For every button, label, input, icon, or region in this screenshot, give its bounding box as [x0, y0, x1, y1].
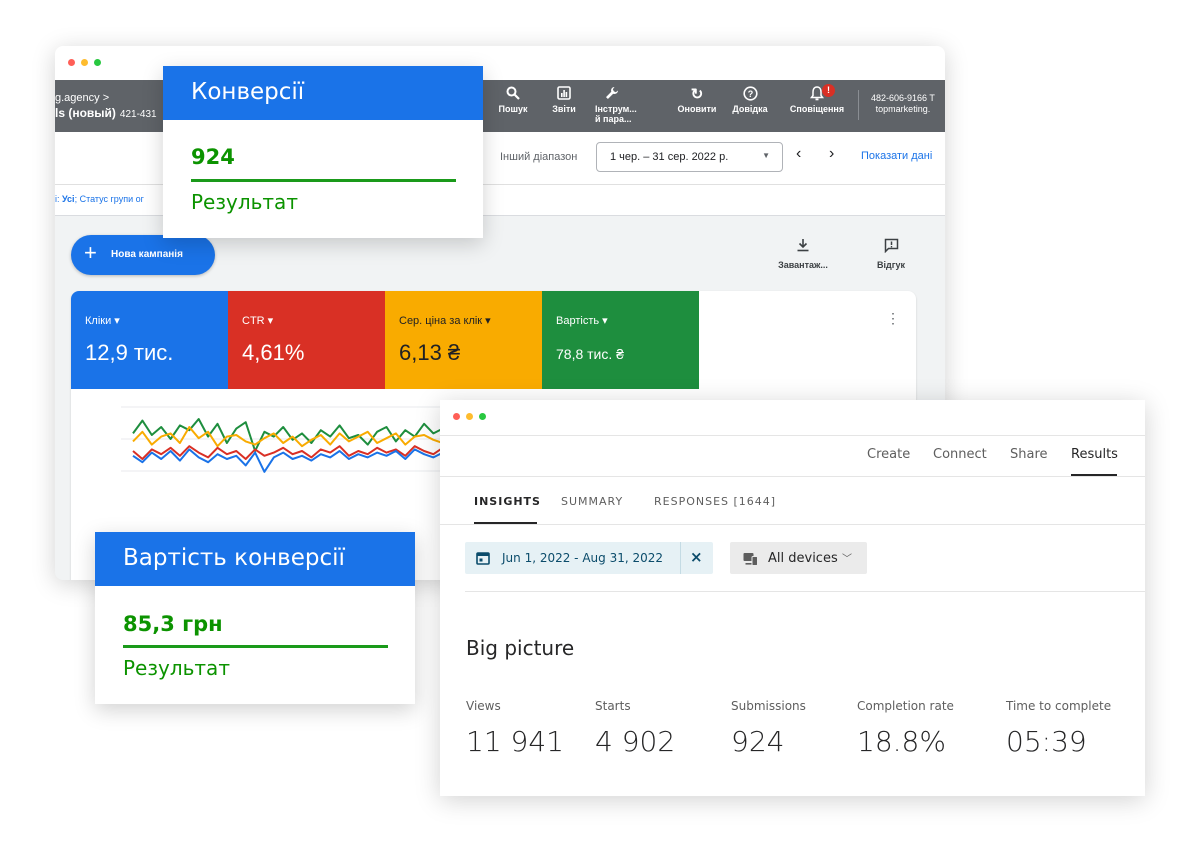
stat-completion-rate: Completion rate 18.8% — [857, 699, 954, 758]
devices-filter[interactable]: All devices ﹀ — [730, 542, 867, 574]
tools-settings-button[interactable]: Інструм... й пара... — [595, 86, 647, 124]
value-underline — [191, 179, 456, 182]
close-window-dot[interactable] — [68, 59, 75, 66]
tab-insights[interactable]: INSIGHTS — [474, 495, 541, 508]
chevron-down-icon: ﹀ — [842, 554, 852, 565]
metric-cost[interactable]: Вартість ▾ 78,8 тис. ₴ — [542, 291, 699, 389]
maximize-window-dot[interactable] — [479, 413, 486, 420]
stat-time-to-complete: Time to complete 05:39 — [1006, 699, 1112, 758]
nav-share[interactable]: Share — [1010, 447, 1048, 462]
previous-period-icon[interactable]: ‹ — [796, 146, 801, 162]
nav-connect[interactable]: Connect — [933, 447, 987, 462]
conversion-cost-callout: Вартість конверсії 85,3 грн Результат — [95, 532, 415, 704]
calendar-icon — [476, 550, 490, 565]
conversion-cost-value: 85,3 грн — [123, 612, 223, 636]
date-filter-chip[interactable]: Jun 1, 2022 - Aug 31, 2022 × — [465, 542, 713, 574]
metric-ctr[interactable]: CTR ▾ 4,61% — [228, 291, 385, 389]
notifications-button[interactable]: ! Сповіщення — [784, 84, 850, 114]
conversions-callout: Конверсії 924 Результат — [163, 66, 483, 238]
download-icon — [771, 238, 835, 256]
search-button[interactable]: Пошук — [493, 86, 533, 114]
next-period-icon[interactable]: › — [829, 146, 834, 162]
more-options-icon[interactable]: ⋮ — [886, 311, 900, 325]
nav-divider — [440, 476, 1145, 477]
new-campaign-button[interactable]: + Нова кампанія — [71, 235, 215, 275]
svg-text:?: ? — [747, 89, 753, 99]
account-id: 421-431 — [119, 109, 157, 120]
close-window-dot[interactable] — [453, 413, 460, 420]
toolbar-divider — [858, 90, 859, 120]
result-label: Результат — [123, 656, 230, 680]
clear-date-icon[interactable]: × — [690, 548, 703, 566]
conversions-value: 924 — [191, 145, 235, 169]
customer-id[interactable]: 482-606-9166 T topmarketing. — [871, 93, 935, 115]
section-title: Big picture — [466, 636, 575, 660]
range-label: Інший діапазон — [500, 151, 578, 163]
account-site: topmarketing. — [875, 104, 931, 114]
help-icon: ? — [725, 86, 775, 104]
header-divider — [440, 435, 1145, 436]
dropdown-caret-icon: ▼ — [762, 151, 770, 160]
show-data-link[interactable]: Показати дані — [861, 150, 932, 162]
form-results-window: Create Connect Share Results INSIGHTS SU… — [440, 400, 1145, 796]
chip-divider — [680, 542, 681, 574]
reports-icon — [544, 86, 584, 104]
maximize-window-dot[interactable] — [94, 59, 101, 66]
search-icon — [493, 86, 533, 104]
bell-icon: ! — [784, 84, 850, 104]
filters-divider — [465, 591, 1145, 592]
reports-button[interactable]: Звіти — [544, 86, 584, 114]
result-label: Результат — [191, 190, 298, 214]
nav-create[interactable]: Create — [867, 447, 910, 462]
value-underline — [123, 645, 388, 648]
minimize-window-dot[interactable] — [81, 59, 88, 66]
tab-summary[interactable]: SUMMARY — [561, 495, 623, 508]
callout-header: Вартість конверсії — [95, 532, 415, 586]
refresh-button[interactable]: ↻ Оновити — [674, 86, 720, 114]
stat-submissions: Submissions 924 — [731, 699, 806, 758]
wrench-icon — [595, 86, 629, 104]
date-range-select[interactable]: 1 чер. – 31 сер. 2022 р. ▼ — [596, 142, 783, 172]
feedback-icon — [863, 238, 919, 256]
account-breadcrumb[interactable]: g.agency > — [55, 92, 109, 104]
refresh-icon: ↻ — [690, 86, 704, 103]
stat-starts: Starts 4 902 — [595, 699, 676, 758]
minimize-window-dot[interactable] — [466, 413, 473, 420]
download-button[interactable]: Завантаж... — [771, 238, 835, 270]
account-name[interactable]: ls (новый) 421-431 — [55, 106, 157, 120]
nav-results[interactable]: Results — [1071, 447, 1118, 462]
tabs-divider — [440, 524, 1145, 525]
plus-icon: + — [84, 240, 97, 265]
metric-clicks[interactable]: Кліки ▾ 12,9 тис. — [71, 291, 228, 389]
help-button[interactable]: ? Довідка — [725, 86, 775, 114]
feedback-button[interactable]: Відгук — [863, 238, 919, 270]
stat-views: Views 11 941 — [466, 699, 564, 758]
metric-avg-cpc[interactable]: Сер. ціна за клік ▾ 6,13 ₴ — [385, 291, 542, 389]
devices-icon — [743, 551, 758, 566]
notification-badge: ! — [822, 84, 835, 97]
filter-summary[interactable]: і: Усі; Статус групи ог — [55, 194, 144, 204]
tab-responses[interactable]: RESPONSES [1644] — [654, 495, 776, 508]
callout-header: Конверсії — [163, 66, 483, 120]
